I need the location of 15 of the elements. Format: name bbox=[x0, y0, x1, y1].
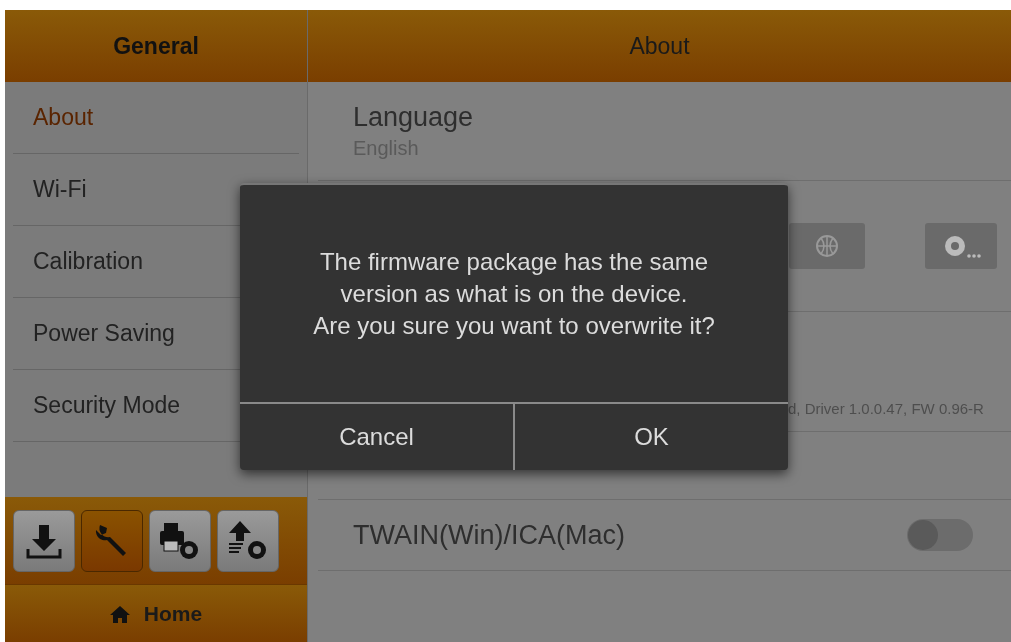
dialog-message: The firmware package has the same version as what is on the device. Are you sure you want to overwrite it? bbox=[312, 246, 716, 341]
toolbar-button[interactable] bbox=[13, 509, 75, 572]
page-title: About bbox=[308, 10, 1011, 82]
sidebar-title: General bbox=[5, 10, 307, 82]
globe-button[interactable] bbox=[789, 223, 865, 269]
dialog-button[interactable]: OK bbox=[513, 404, 788, 470]
toolbar-button[interactable] bbox=[217, 509, 279, 572]
toolbar-button[interactable] bbox=[149, 509, 211, 572]
twain-label: TWAIN(Win)/ICA(Mac) bbox=[353, 519, 625, 551]
menu-item[interactable]: About bbox=[13, 82, 299, 154]
home-icon bbox=[109, 604, 130, 623]
toggle-switch[interactable] bbox=[907, 519, 973, 551]
settings-button[interactable] bbox=[925, 223, 997, 269]
language-label: Language bbox=[353, 102, 474, 133]
home-button[interactable]: Home bbox=[5, 585, 307, 642]
